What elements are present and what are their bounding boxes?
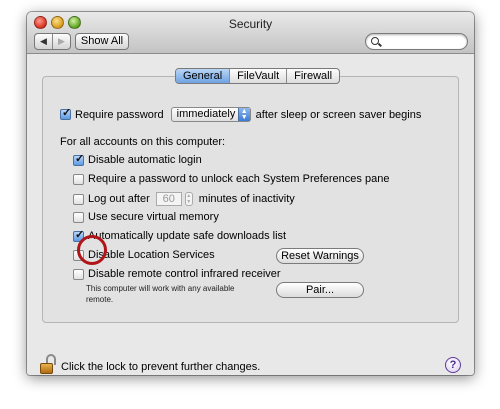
reset-warnings-button[interactable]: Reset Warnings [276,248,364,264]
disable-location-services-label: Disable Location Services [88,249,215,261]
pair-button[interactable]: Pair... [276,282,364,298]
lock-icon[interactable] [40,354,57,375]
back-button[interactable]: ◀ [35,34,52,49]
tab-filevault[interactable]: FileVault [229,69,286,83]
secure-virtual-memory-checkbox[interactable] [73,211,84,223]
disable-infrared-receiver-checkbox[interactable] [73,268,84,280]
general-panel: Require password immediately ▲▼ after sl… [42,76,459,323]
preferences-pane: General FileVault Firewall Require passw… [27,55,474,375]
disable-automatic-login-label: Disable automatic login [88,154,202,166]
infrared-note-line1: This computer will work with any availab… [86,284,235,293]
show-all-button[interactable]: Show All [75,33,129,50]
option-update-safe-downloads: Automatically update safe downloads list [73,228,287,242]
tab-general[interactable]: General [176,69,230,83]
help-icon[interactable]: ? [445,357,461,373]
log-out-minutes-field[interactable]: 60 [155,192,182,206]
lock-body [40,363,53,374]
log-out-after-label: Log out after [88,193,150,205]
require-password-suffix: after sleep or screen saver begins [255,108,422,121]
title-bar: Security ◀ ▶ Show All [27,12,474,54]
search-icon [371,37,379,45]
disable-infrared-receiver-label: Disable remote control infrared receiver [88,268,281,280]
option-secure-virtual-memory: Use secure virtual memory [73,211,219,223]
infrared-note: This computer will work with any availab… [86,283,235,305]
back-forward-control: ◀ ▶ [34,33,71,50]
search-input[interactable] [365,33,468,50]
disable-automatic-login-checkbox[interactable] [73,152,84,166]
lock-message: Click the lock to prevent further change… [61,361,261,373]
update-safe-downloads-label: Automatically update safe downloads list [88,230,287,242]
popup-arrows-icon: ▲ ▼ [237,108,250,121]
require-password-delay-popup[interactable]: immediately ▲ ▼ [170,107,251,122]
option-disable-infrared-receiver: Disable remote control infrared receiver [73,268,281,280]
window-title: Security [228,17,273,31]
infrared-note-line2: remote. [86,295,114,304]
all-accounts-heading-text: For all accounts on this computer: [60,136,226,148]
require-password-row: Require password immediately ▲▼ after sl… [60,106,422,122]
tab-firewall[interactable]: Firewall [286,69,339,83]
require-password-checkbox[interactable] [60,106,71,120]
require-password-label: Require password [75,108,164,121]
option-disable-automatic-login: Disable automatic login [73,152,202,166]
security-window: Security ◀ ▶ Show All General FileVault … [27,12,474,375]
option-require-password-unlock-pane: Require a password to unlock each System… [73,173,389,185]
log-out-minutes-stepper[interactable]: ▲ ▼ [184,192,193,206]
log-out-after-checkbox[interactable] [73,193,84,205]
highlight-circle-annotation [77,235,107,265]
option-log-out-after: Log out after 60 ▲ ▼ minutes of inactivit… [73,192,295,206]
secure-virtual-memory-label: Use secure virtual memory [88,211,219,223]
require-password-unlock-pane-checkbox[interactable] [73,173,84,185]
all-accounts-heading: For all accounts on this computer: [60,136,225,148]
log-out-after-suffix: minutes of inactivity [198,193,295,205]
require-password-delay-value: immediately [176,108,236,120]
forward-button[interactable]: ▶ [52,34,70,49]
tab-bar: General FileVault Firewall [175,68,341,84]
require-password-unlock-pane-label: Require a password to unlock each System… [88,173,390,185]
